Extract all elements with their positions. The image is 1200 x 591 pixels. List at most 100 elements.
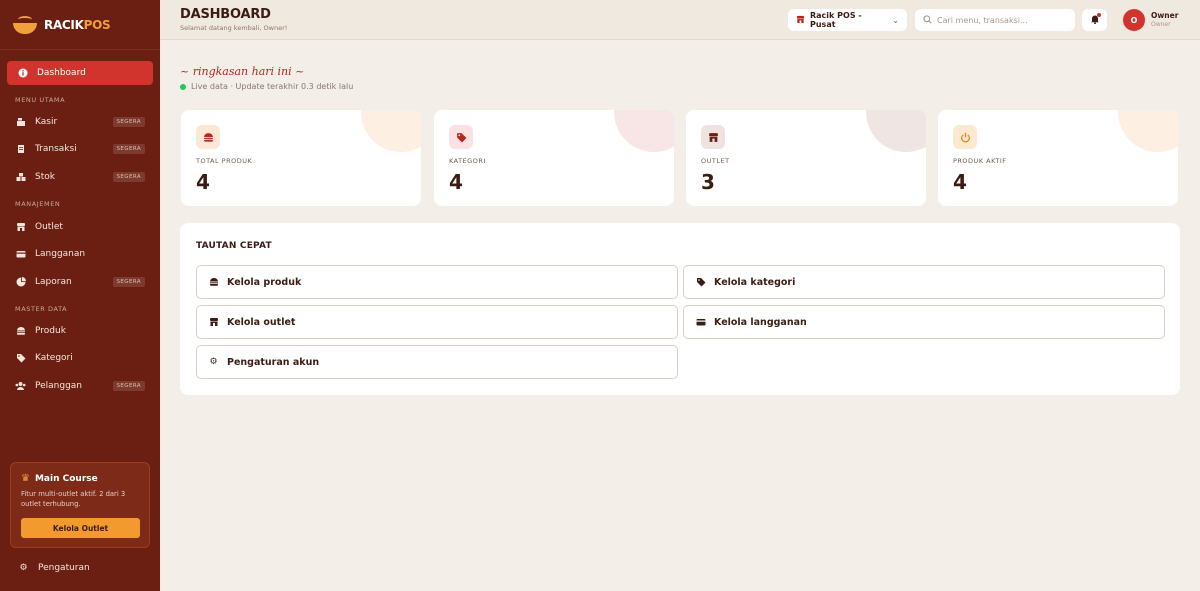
boxes-icon <box>15 172 26 183</box>
sidebar-item-settings[interactable]: ⚙ Pengaturan <box>18 562 90 573</box>
crown-icon: ♛ <box>21 473 30 484</box>
sidebar-item-pelanggan[interactable]: Pelanggan SEGERA <box>15 378 145 394</box>
burger-icon <box>208 277 219 288</box>
quick-link-label: Kelola outlet <box>227 316 296 328</box>
card-decoration <box>866 110 926 152</box>
card-icon <box>695 317 706 328</box>
quick-links-panel: TAUTAN CEPAT Kelola produk Kelola katego… <box>180 223 1180 395</box>
sidebar-item-outlet[interactable]: Outlet <box>15 219 145 235</box>
summary-title: ~ ringkasan hari ini ~ <box>180 65 305 78</box>
sidebar-item-label: Stok <box>35 172 55 182</box>
quick-link-label: Kelola langganan <box>714 316 807 328</box>
outlet-selector-value: Racik POS - Pusat <box>810 11 862 29</box>
live-dot-icon <box>180 83 186 90</box>
quick-link-label: Kelola produk <box>227 276 302 288</box>
gear-icon: ⚙ <box>209 357 218 367</box>
burger-icon <box>15 326 26 337</box>
burger-icon <box>196 125 220 149</box>
status-badge: SEGERA <box>112 144 145 154</box>
sidebar-item-kategori[interactable]: Kategori <box>15 350 145 366</box>
sidebar-item-laporan[interactable]: Laporan SEGERA <box>15 274 145 290</box>
avatar[interactable]: O <box>1123 9 1145 31</box>
section-master-data: MASTER DATA <box>15 305 68 313</box>
sidebar-item-label: Produk <box>35 326 66 336</box>
card-icon <box>15 249 26 260</box>
status-badge: SEGERA <box>112 277 145 287</box>
store-icon <box>701 125 725 149</box>
sidebar-item-label: Kategori <box>35 353 73 363</box>
notification-dot <box>1097 13 1101 17</box>
stat-label: TOTAL PRODUK <box>196 157 253 165</box>
stat-value: 4 <box>196 170 210 194</box>
card-decoration <box>1118 110 1178 152</box>
stat-value: 4 <box>449 170 463 194</box>
promo-text: Fitur multi-outlet aktif. 2 dari 3 outle… <box>21 490 126 508</box>
sidebar-item-label: Laporan <box>35 277 72 287</box>
store-icon <box>796 15 805 26</box>
sidebar-item-transaksi[interactable]: Transaksi SEGERA <box>15 141 145 157</box>
user-role: Owner <box>1151 21 1171 28</box>
stat-label: PRODUK AKTIF <box>953 157 1007 165</box>
stat-value: 3 <box>701 170 715 194</box>
sidebar: RACIKPOS Dashboard MENU UTAMA Kasir SEGE… <box>0 0 160 591</box>
promo-title: ♛ Main Course <box>21 473 139 484</box>
search-icon <box>923 13 932 27</box>
sidebar-item-label: Kasir <box>35 117 58 127</box>
card-decoration <box>361 110 421 152</box>
promo-card: ♛ Main Course Fitur multi-outlet aktif. … <box>10 462 150 548</box>
manage-outlet-button[interactable]: Kelola Outlet <box>21 518 140 538</box>
card-decoration <box>614 110 674 152</box>
section-menu-utama: MENU UTAMA <box>15 96 66 104</box>
kelola-kategori-button[interactable]: Kelola kategori <box>683 265 1165 299</box>
tags-icon <box>15 353 26 364</box>
notification-button[interactable] <box>1082 9 1107 31</box>
sidebar-item-langganan[interactable]: Langganan <box>15 246 145 262</box>
stat-card-produk-aktif: PRODUK AKTIF 4 <box>938 110 1178 206</box>
gear-icon: ⚙ <box>19 562 28 573</box>
page-title: DASHBOARD <box>180 7 271 22</box>
stat-card-total-produk: TOTAL PRODUK 4 <box>181 110 421 206</box>
stat-label: OUTLET <box>701 157 730 165</box>
sidebar-item-produk[interactable]: Produk <box>15 323 145 339</box>
sidebar-item-kasir[interactable]: Kasir SEGERA <box>15 114 145 130</box>
user-name[interactable]: Owner <box>1151 11 1178 20</box>
receipt-icon <box>15 144 26 155</box>
chevron-down-icon: ⌄ <box>892 15 899 25</box>
pengaturan-akun-button[interactable]: ⚙ Pengaturan akun <box>196 345 678 379</box>
brand[interactable]: RACIKPOS <box>0 0 160 50</box>
pie-chart-icon <box>15 277 26 288</box>
promo-title-text: Main Course <box>34 473 98 484</box>
sidebar-item-label: Pengaturan <box>38 562 90 573</box>
outlet-selector[interactable]: Racik POS - Pusat ⌄ <box>788 9 907 31</box>
sidebar-item-label: Pelanggan <box>35 381 83 391</box>
bowl-logo-icon <box>12 15 38 34</box>
quick-links-title: TAUTAN CEPAT <box>196 241 272 251</box>
quick-link-label: Pengaturan akun <box>227 356 320 368</box>
stat-card-kategori: KATEGORI 4 <box>434 110 674 206</box>
search-input[interactable] <box>937 15 1067 25</box>
cash-register-icon <box>15 117 26 128</box>
users-icon <box>15 381 26 392</box>
kelola-langganan-button[interactable]: Kelola langganan <box>683 305 1165 339</box>
brand-name-part1: RACIK <box>44 17 84 32</box>
info-icon <box>17 68 28 79</box>
sidebar-item-stok[interactable]: Stok SEGERA <box>15 169 145 185</box>
tags-icon <box>695 277 706 288</box>
search-box[interactable] <box>915 9 1075 31</box>
top-header: DASHBOARD Selamat datang kembali, Owner!… <box>160 0 1200 40</box>
kelola-produk-button[interactable]: Kelola produk <box>196 265 678 299</box>
tags-icon <box>449 125 473 149</box>
section-manajemen: MANAJEMEN <box>15 200 61 208</box>
brand-name-part2: POS <box>83 17 111 32</box>
page-subtitle: Selamat datang kembali, Owner! <box>180 24 288 32</box>
sidebar-item-label: Outlet <box>35 222 63 232</box>
store-icon <box>15 222 26 233</box>
live-indicator: Live data · Update terakhir 0.3 detik la… <box>180 82 353 91</box>
sidebar-item-label: Transaksi <box>35 144 77 154</box>
status-badge: SEGERA <box>112 117 145 127</box>
sidebar-item-label: Dashboard <box>37 68 86 78</box>
brand-name: RACIKPOS <box>44 17 111 32</box>
stat-card-outlet: OUTLET 3 <box>686 110 926 206</box>
sidebar-item-dashboard[interactable]: Dashboard <box>7 61 153 85</box>
kelola-outlet-button[interactable]: Kelola outlet <box>196 305 678 339</box>
